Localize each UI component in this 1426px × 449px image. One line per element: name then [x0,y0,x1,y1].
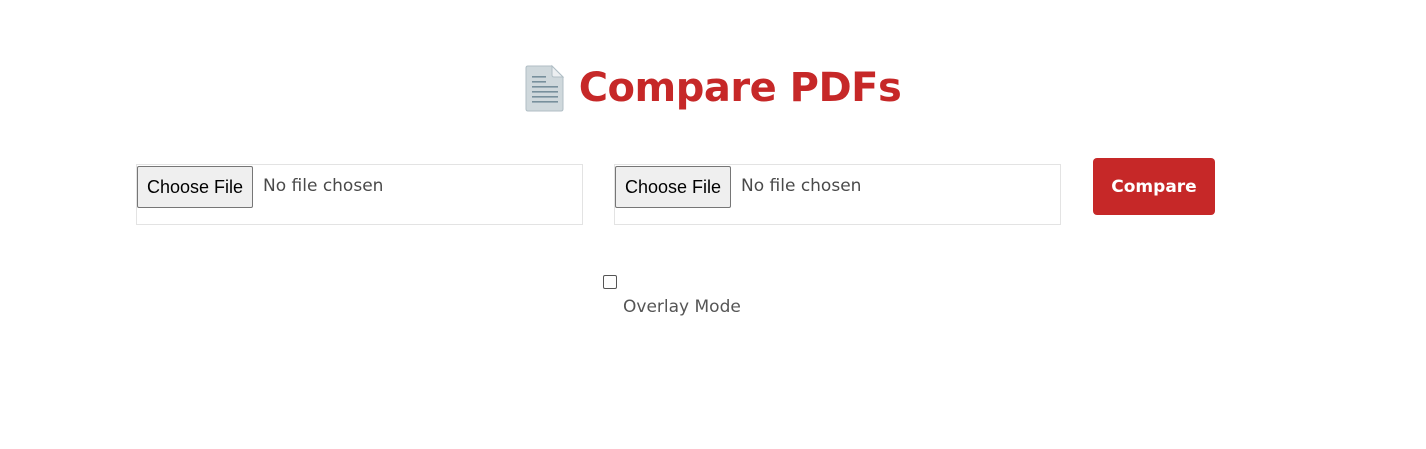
overlay-mode-checkbox[interactable] [603,275,617,289]
page-header: Compare PDFs [0,58,1426,118]
file-status-1: No file chosen [263,176,384,196]
page-title: Compare PDFs [578,65,902,111]
compare-button[interactable]: Compare [1093,158,1215,215]
choose-file-button-1[interactable]: Choose File [137,166,254,208]
file-input-2[interactable]: Choose File No file chosen [614,164,1061,225]
file-input-1[interactable]: Choose File No file chosen [136,164,583,225]
file-status-2: No file chosen [741,176,862,196]
document-icon [525,64,564,112]
overlay-mode-label: Overlay Mode [623,297,741,317]
choose-file-button-2[interactable]: Choose File [615,166,732,208]
